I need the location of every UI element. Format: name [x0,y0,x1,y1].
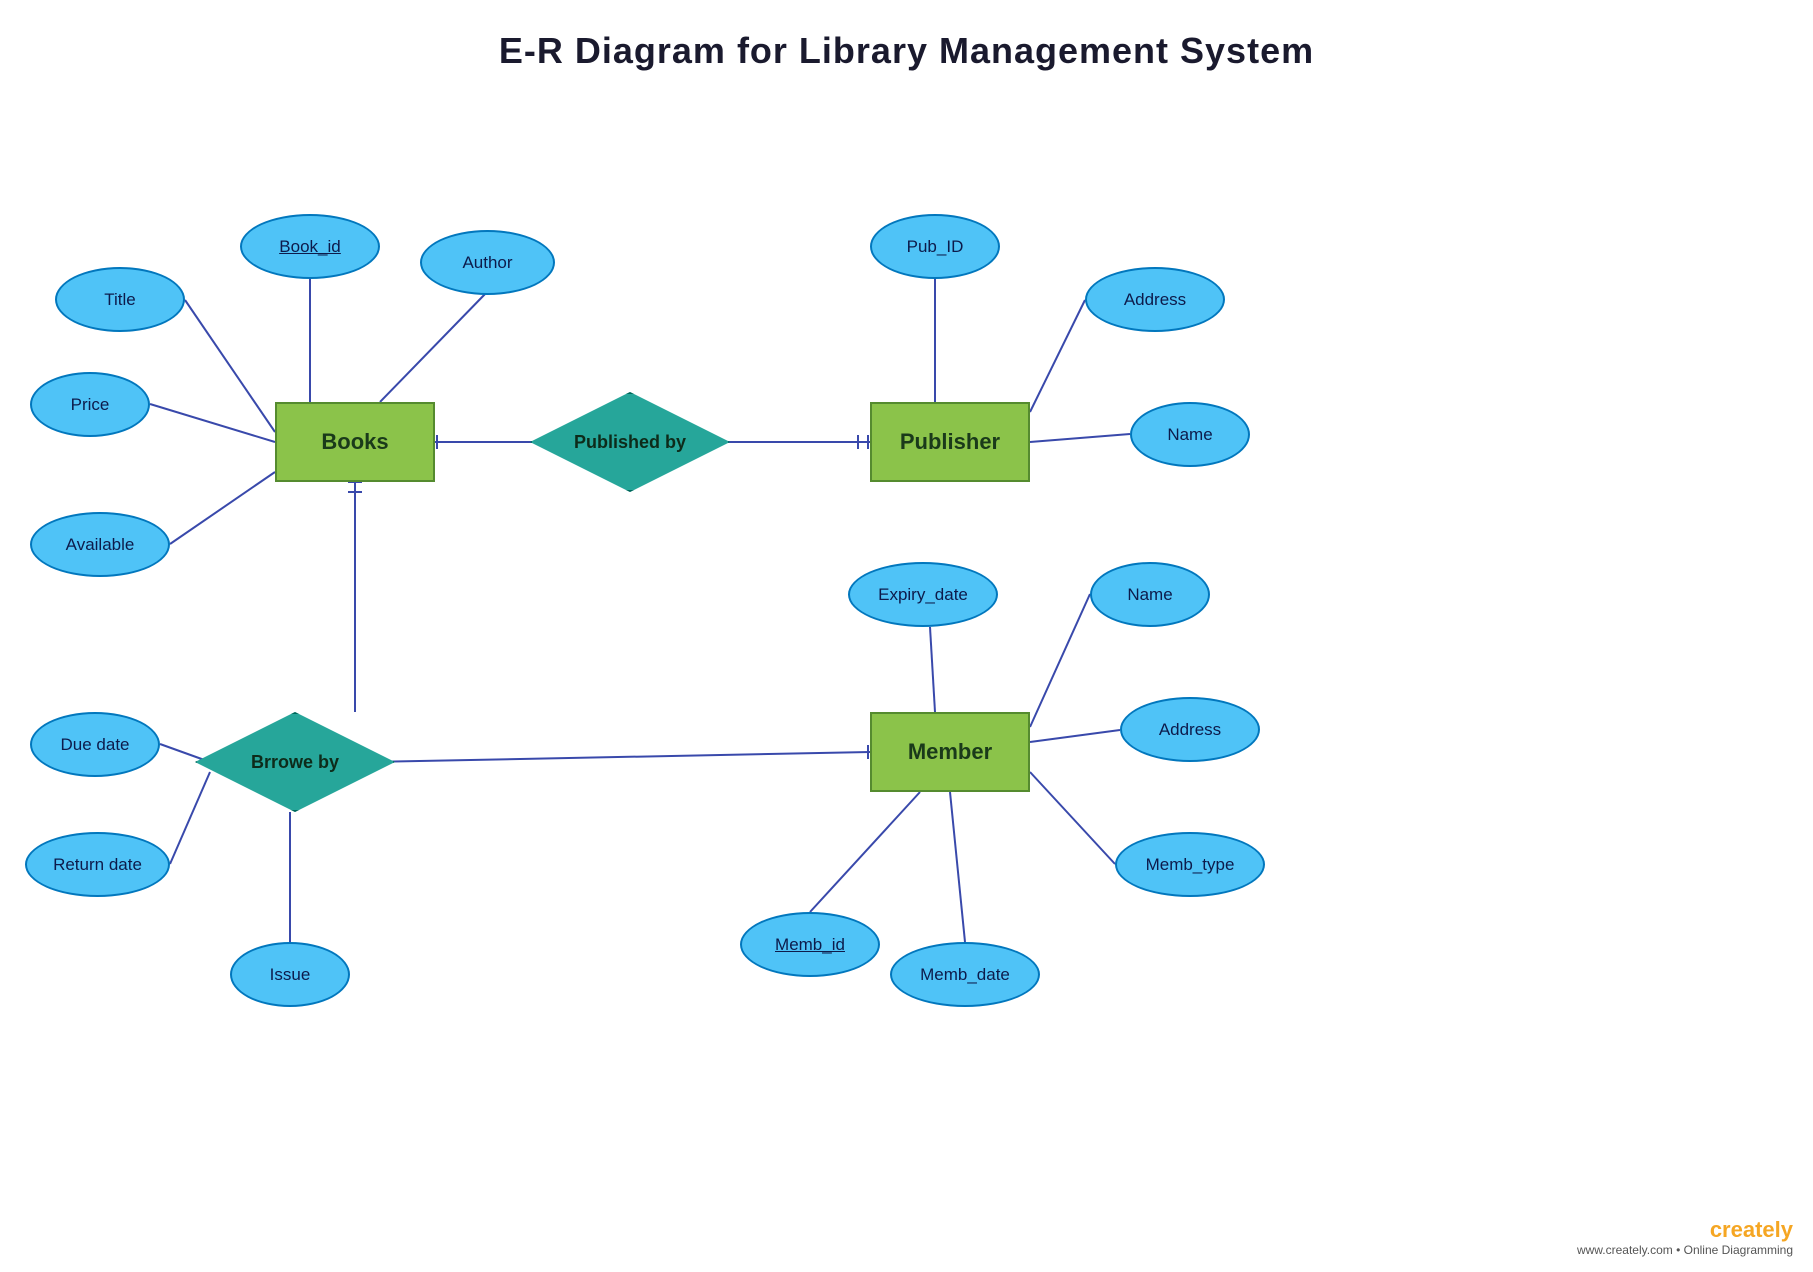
attribute-pub-address[interactable]: Address [1085,267,1225,332]
entity-publisher[interactable]: Publisher [870,402,1030,482]
attribute-pub-id[interactable]: Pub_ID [870,214,1000,279]
attribute-issue[interactable]: Issue [230,942,350,1007]
relationship-brrowe-by[interactable]: Brrowe by [195,712,395,812]
diagram-container: Books Publisher Member Published by Brro… [0,72,1813,1272]
attribute-mem-name[interactable]: Name [1090,562,1210,627]
attribute-title[interactable]: Title [55,267,185,332]
relationship-published-by-label: Published by [574,432,686,453]
entity-books[interactable]: Books [275,402,435,482]
attribute-due-date[interactable]: Due date [30,712,160,777]
diagram-title: E-R Diagram for Library Management Syste… [0,0,1813,72]
relationship-brrowe-by-label: Brrowe by [251,752,339,773]
attribute-price[interactable]: Price [30,372,150,437]
attribute-return-date[interactable]: Return date [25,832,170,897]
attribute-mem-address[interactable]: Address [1120,697,1260,762]
attribute-pub-name[interactable]: Name [1130,402,1250,467]
attribute-memb-id[interactable]: Memb_id [740,912,880,977]
attribute-memb-type[interactable]: Memb_type [1115,832,1265,897]
relationship-published-by[interactable]: Published by [530,392,730,492]
attribute-author[interactable]: Author [420,230,555,295]
entity-member[interactable]: Member [870,712,1030,792]
creately-brand: creately [1577,1217,1793,1243]
attribute-book-id[interactable]: Book_id [240,214,380,279]
attribute-available[interactable]: Available [30,512,170,577]
attribute-memb-date[interactable]: Memb_date [890,942,1040,1007]
attribute-expiry-date[interactable]: Expiry_date [848,562,998,627]
creately-sub: www.creately.com • Online Diagramming [1577,1243,1793,1257]
creately-logo: creately www.creately.com • Online Diagr… [1577,1217,1793,1257]
